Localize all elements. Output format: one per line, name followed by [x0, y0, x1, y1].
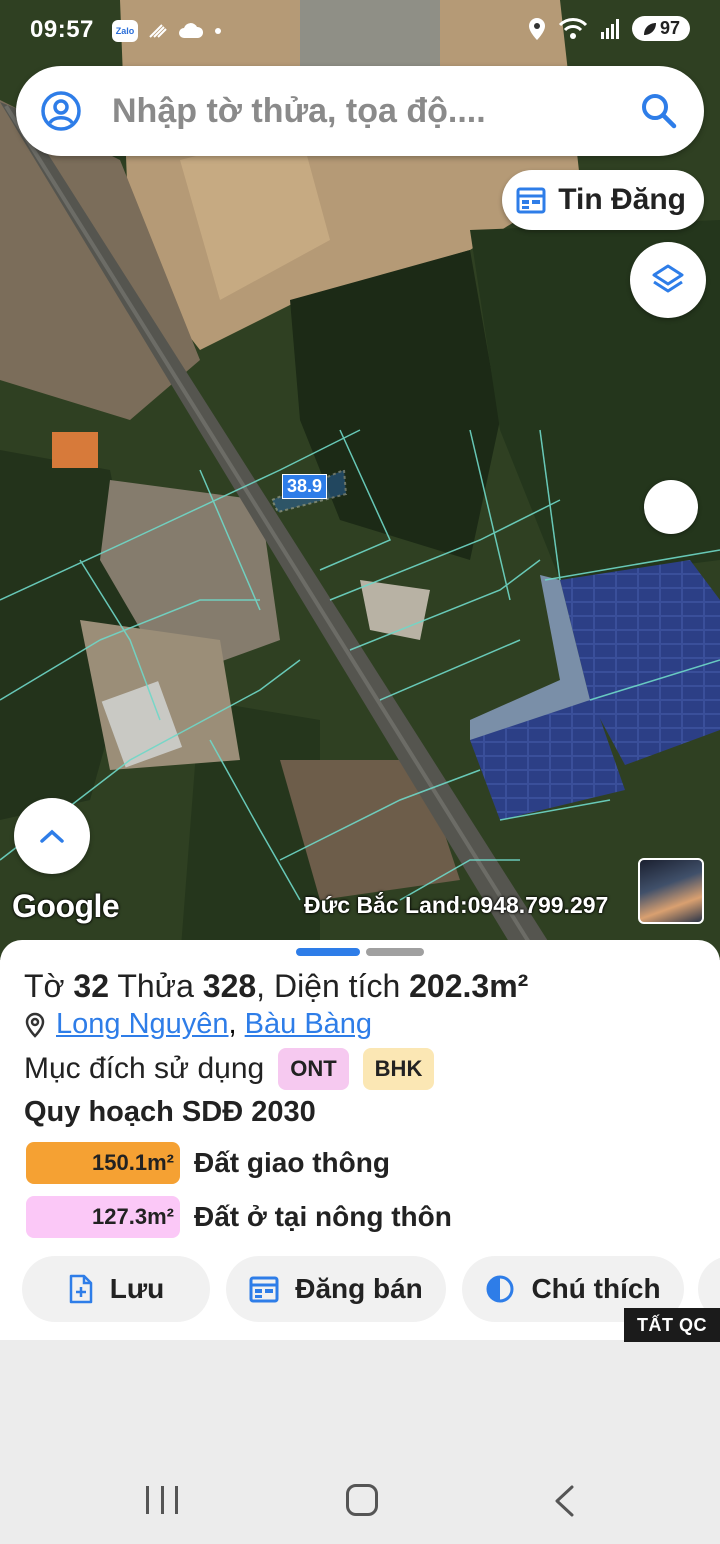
ward-link[interactable]: Long Nguyên	[56, 1008, 229, 1040]
layers-icon	[652, 264, 684, 293]
layers-button[interactable]	[630, 242, 706, 318]
expand-up-button[interactable]	[14, 798, 90, 874]
plan-item-giao-thong: 150.1m² Đất giao thông	[26, 1142, 390, 1184]
home-icon[interactable]	[346, 1484, 378, 1516]
add-file-icon	[69, 1274, 92, 1304]
parcel-location: Long Nguyên, Bàu Bàng	[24, 1008, 372, 1041]
system-navigation-bar	[0, 1440, 720, 1544]
plan-area-swatch: 150.1m²	[26, 1142, 180, 1184]
parcel-info-sheet: Tờ 32 Thửa 328, Diện tích 202.3m² Long N…	[0, 940, 720, 1340]
to-label: Tờ	[24, 968, 65, 1004]
location-pin-icon	[25, 1012, 45, 1038]
status-time: 09:57	[30, 16, 94, 43]
purpose-badge-ont[interactable]: ONT	[278, 1048, 349, 1090]
street-view-thumbnail[interactable]	[638, 858, 704, 924]
save-label: Lưu	[109, 1273, 165, 1304]
land-use-purpose: Mục đích sử dụng ONT BHK	[24, 1048, 435, 1090]
contrast-icon	[486, 1275, 514, 1303]
thua-label: Thửa	[117, 968, 194, 1004]
action-buttons: Lưu Đăng bán Chú thích	[22, 1256, 684, 1322]
cell-signal-icon	[600, 18, 619, 39]
purpose-label: Mục đích sử dụng	[24, 1052, 265, 1085]
location-icon	[528, 17, 545, 40]
back-icon[interactable]	[552, 1484, 576, 1518]
system-icons: 97	[528, 16, 690, 41]
wifi-icon	[558, 17, 588, 39]
location-separator: ,	[228, 1008, 237, 1040]
parcel-title: Tờ 32 Thửa 328, Diện tích 202.3m²	[24, 968, 528, 1005]
area-value: 202.3m²	[409, 968, 529, 1004]
dot-icon	[215, 28, 221, 34]
to-value: 32	[73, 968, 110, 1004]
google-logo: Google	[12, 888, 120, 924]
map-watermark: Đức Bắc Land:0948.799.297	[304, 892, 609, 918]
satellite-map[interactable]: 38.9 09:57 Zalo 97 Nhập tờ thửa, tọa độ.…	[0, 0, 720, 960]
signal-icon	[149, 24, 167, 38]
district-link[interactable]: Bàu Bàng	[245, 1008, 372, 1040]
search-bar[interactable]	[16, 66, 704, 156]
chevron-up-icon	[40, 829, 64, 843]
sheet-page-indicator[interactable]	[366, 948, 424, 956]
zalo-icon: Zalo	[112, 20, 138, 42]
user-icon[interactable]	[40, 90, 82, 132]
hide-ads-button[interactable]: TẤT QC	[624, 1308, 720, 1342]
battery-level: 97	[659, 18, 680, 38]
battery-icon: 97	[631, 16, 690, 41]
cloud-icon	[179, 23, 204, 38]
opacity-slider-handle[interactable]	[644, 480, 698, 534]
tin-dang-button[interactable]: Tin Đăng	[502, 170, 704, 230]
plan-item-dat-o: 127.3m² Đất ở tại nông thôn	[26, 1196, 452, 1238]
post-sale-button[interactable]: Đăng bán	[226, 1256, 446, 1322]
plan-area-swatch: 127.3m²	[26, 1196, 180, 1238]
thua-value: 328	[202, 968, 257, 1004]
parcel-dimension-label: 38.9	[282, 474, 328, 499]
calendar-icon	[516, 187, 546, 214]
sheet-page-indicator-active[interactable]	[296, 948, 360, 956]
post-sale-label: Đăng bán	[295, 1273, 423, 1304]
search-icon[interactable]	[638, 90, 680, 132]
search-input[interactable]	[112, 86, 632, 136]
plan-title: Quy hoạch SDĐ 2030	[24, 1096, 316, 1128]
status-bar: 09:57 Zalo 97	[0, 0, 720, 62]
purpose-badge-bhk[interactable]: BHK	[362, 1048, 435, 1090]
tin-dang-label: Tin Đăng	[558, 183, 686, 216]
leaf-icon	[643, 22, 656, 35]
area-label: , Diện tích	[256, 968, 401, 1004]
notification-icons: Zalo	[112, 20, 222, 42]
recent-apps-icon[interactable]	[146, 1486, 178, 1514]
plan-description: Đất giao thông	[194, 1147, 390, 1178]
legend-label: Chú thích	[531, 1273, 661, 1304]
calendar-icon	[249, 1276, 279, 1303]
plan-description: Đất ở tại nông thôn	[194, 1201, 452, 1232]
save-button[interactable]: Lưu	[22, 1256, 210, 1322]
